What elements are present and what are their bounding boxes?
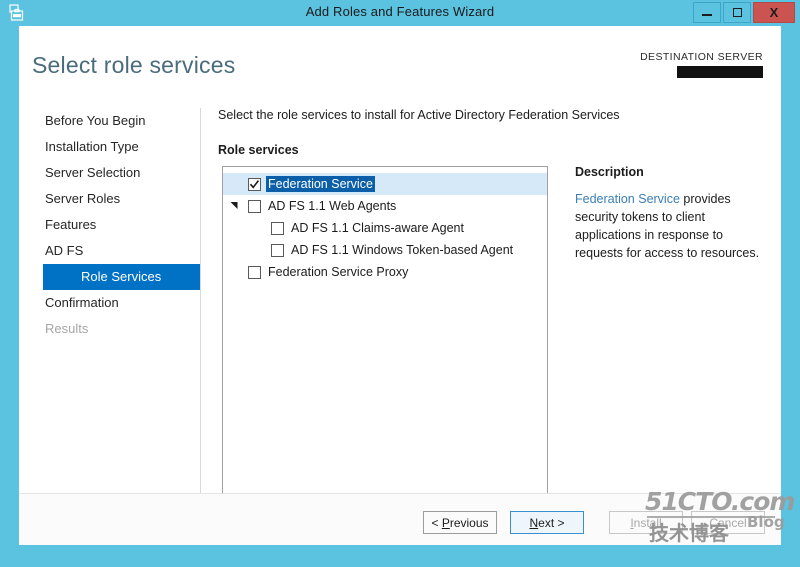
next-button[interactable]: Next > (510, 511, 584, 534)
close-icon: X (769, 5, 779, 20)
sidebar-item-server-roles[interactable]: Server Roles (19, 186, 200, 212)
tree-item-label: Federation Service (266, 176, 375, 192)
footer-bar: < Previous Next > Install Cancel (19, 494, 781, 545)
sidebar-item-results: Results (45, 321, 89, 336)
content-headings: Select the role services to install for … (218, 108, 620, 157)
check-icon (249, 179, 260, 189)
sidebar-item-ad-fs[interactable]: AD FS (19, 238, 200, 264)
tree-item-label: AD FS 1.1 Web Agents (268, 199, 397, 213)
page-title: Select role services (32, 52, 236, 78)
sidebar-item-confirmation[interactable]: Confirmation (19, 290, 200, 316)
role-services-listbox[interactable]: Federation Service AD FS 1.1 Web Agents … (222, 166, 548, 495)
checkbox-ad-fs-claims-aware-agent[interactable] (271, 221, 284, 235)
description-body: Federation Service provides security tok… (575, 190, 771, 262)
description-link[interactable]: Federation Service (575, 192, 680, 206)
window-title: Add Roles and Features Wizard (305, 4, 495, 19)
minimize-icon (702, 14, 712, 16)
sidebar-item-role-services[interactable]: Role Services (43, 264, 200, 290)
tree-item-ad-fs-claims-aware-agent[interactable]: AD FS 1.1 Claims-aware Agent (223, 217, 547, 239)
sidebar-item-features[interactable]: Features (19, 212, 200, 238)
destination-server-label: DESTINATION SERVER (640, 51, 763, 63)
wizard-nav: Before You Begin Installation Type Serve… (19, 108, 200, 342)
tree-item-ad-fs-windows-token-based-agent[interactable]: AD FS 1.1 Windows Token-based Agent (223, 239, 547, 261)
tree-item-federation-service-proxy[interactable]: Federation Service Proxy (223, 261, 547, 283)
sidebar-item-server-selection[interactable]: Server Selection (19, 160, 200, 186)
tree-item-ad-fs-web-agents[interactable]: AD FS 1.1 Web Agents (223, 195, 547, 217)
destination-server-value-redacted (677, 66, 763, 78)
tree-item-label: Federation Service Proxy (268, 265, 409, 279)
tree-item-federation-service[interactable]: Federation Service (223, 173, 547, 195)
tree-item-label: AD FS 1.1 Claims-aware Agent (291, 221, 464, 235)
instruction-text: Select the role services to install for … (218, 108, 620, 122)
close-button[interactable]: X (753, 2, 795, 23)
checkbox-federation-service[interactable] (248, 177, 261, 191)
previous-button[interactable]: < Previous (423, 511, 497, 534)
client-area: Select role services DESTINATION SERVER … (19, 26, 781, 545)
description-pane: Description Federation Service provides … (575, 165, 771, 262)
cancel-button: Cancel (691, 511, 765, 534)
tree-item-label: AD FS 1.1 Windows Token-based Agent (291, 243, 514, 257)
maximize-icon (732, 8, 742, 17)
description-title: Description (575, 165, 644, 179)
window-controls: X (691, 2, 795, 23)
install-button: Install (609, 511, 683, 534)
maximize-button[interactable] (723, 2, 751, 23)
checkbox-ad-fs-windows-token-based-agent[interactable] (271, 243, 284, 257)
minimize-button[interactable] (693, 2, 721, 23)
wizard-window: Add Roles and Features Wizard X Select r… (0, 0, 800, 567)
destination-server: DESTINATION SERVER (640, 51, 763, 78)
sidebar-item-installation-type[interactable]: Installation Type (19, 134, 200, 160)
nav-divider (200, 108, 201, 512)
role-services-label: Role services (218, 143, 299, 157)
sidebar-item-before-you-begin[interactable]: Before You Begin (19, 108, 200, 134)
title-bar[interactable]: Add Roles and Features Wizard X (0, 0, 800, 26)
checkbox-federation-service-proxy[interactable] (248, 265, 261, 279)
expander-collapse-icon[interactable] (230, 201, 240, 211)
checkbox-ad-fs-web-agents[interactable] (248, 199, 261, 213)
